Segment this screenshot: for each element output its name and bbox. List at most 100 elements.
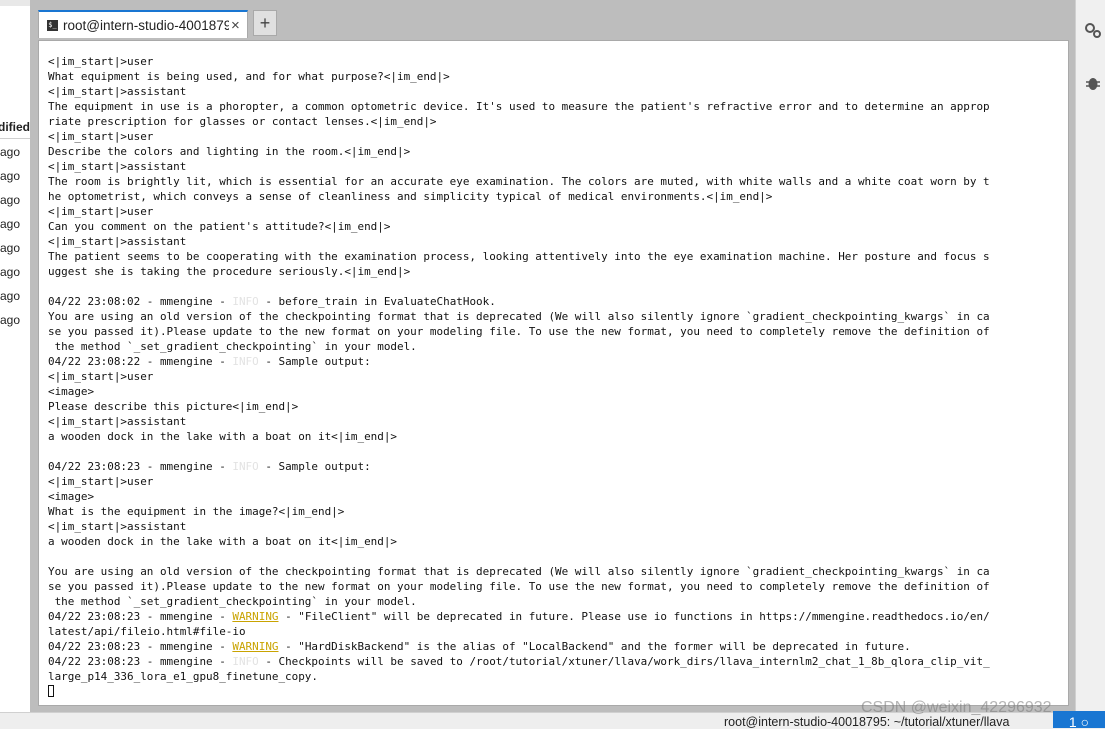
- terminal-text: <|im_start|>user: [48, 130, 154, 143]
- terminal-text: <|im_start|>user: [48, 205, 154, 218]
- terminal-tab[interactable]: $_ root@intern-studio-40018795: ~ ×: [38, 10, 248, 38]
- file-browser-panel: Modified ago ago ago ago ago ago ago ago: [0, 0, 31, 728]
- terminal-text: he optometrist, which conveys a sense of…: [48, 190, 773, 203]
- terminal-text: <|im_start|>assistant: [48, 415, 187, 428]
- terminal-text: a wooden dock in the lake with a boat on…: [48, 535, 398, 548]
- terminal-text: - Sample output:: [258, 460, 371, 473]
- terminal-text: the method `_set_gradient_checkpointing`…: [48, 340, 417, 353]
- debugger-icon[interactable]: [1084, 74, 1102, 92]
- terminal-line: What is the equipment in the image?<|im_…: [48, 504, 1058, 519]
- terminal-line: the method `_set_gradient_checkpointing`…: [48, 339, 1058, 354]
- terminal-text: 04/22 23:08:22 - mmengine -: [48, 355, 233, 368]
- terminal-text: - Sample output:: [258, 355, 371, 368]
- terminal-line: You are using an old version of the chec…: [48, 309, 1058, 324]
- file-row-modified[interactable]: ago: [0, 241, 30, 255]
- terminal-line: 04/22 23:08:23 - mmengine - INFO - Sampl…: [48, 459, 1058, 474]
- file-row-modified[interactable]: ago: [0, 145, 30, 159]
- terminal-line: <|im_start|>assistant: [48, 159, 1058, 174]
- terminal-line: <image>: [48, 489, 1058, 504]
- terminal-text: <|im_start|>assistant: [48, 160, 187, 173]
- terminal-line: he optometrist, which conveys a sense of…: [48, 189, 1058, 204]
- terminal-line: <|im_start|>user: [48, 129, 1058, 144]
- new-tab-button[interactable]: +: [253, 10, 277, 36]
- terminal-text: <image>: [48, 490, 95, 503]
- terminal-text: <image>: [48, 385, 95, 398]
- terminal-line: 04/22 23:08:02 - mmengine - INFO - befor…: [48, 294, 1058, 309]
- terminal-line: uggest she is taking the procedure serio…: [48, 264, 1058, 279]
- terminal-text: - Checkpoints will be saved to /root/tut…: [258, 655, 990, 668]
- terminal-line: The room is brightly lit, which is essen…: [48, 174, 1058, 189]
- terminal-line: <|im_start|>user: [48, 54, 1058, 69]
- file-row-modified[interactable]: ago: [0, 313, 30, 327]
- terminal-line: 04/22 23:08:22 - mmengine - INFO - Sampl…: [48, 354, 1058, 369]
- terminal-text: 04/22 23:08:23 - mmengine -: [48, 655, 233, 668]
- terminal-text: 04/22 23:08:02 - mmengine -: [48, 295, 233, 308]
- terminal-line: <|im_start|>user: [48, 204, 1058, 219]
- terminal-text: 04/22 23:08:23 - mmengine -: [48, 610, 233, 623]
- file-row-modified[interactable]: ago: [0, 193, 30, 207]
- terminal-line: Can you comment on the patient's attitud…: [48, 219, 1058, 234]
- terminal-text: - "FileClient" will be deprecated in fut…: [278, 610, 990, 623]
- left-panel-top-bar: [0, 0, 30, 6]
- terminal-text: - before_train in EvaluateChatHook.: [258, 295, 496, 308]
- terminal-text: Can you comment on the patient's attitud…: [48, 220, 391, 233]
- log-level-warning: WARNING: [232, 640, 279, 653]
- terminal-line: a wooden dock in the lake with a boat on…: [48, 429, 1058, 444]
- terminal-text: The room is brightly lit, which is essen…: [48, 175, 990, 188]
- right-sidebar: [1075, 0, 1105, 728]
- terminal-text: se you passed it).Please update to the n…: [48, 580, 990, 593]
- terminal-text: <|im_start|>assistant: [48, 520, 187, 533]
- terminal-text: <|im_start|>user: [48, 55, 154, 68]
- log-level-info: INFO: [232, 460, 259, 473]
- terminal-text: You are using an old version of the chec…: [48, 310, 990, 323]
- terminal-line: <|im_start|>assistant: [48, 519, 1058, 534]
- terminal-text: <|im_start|>user: [48, 370, 154, 383]
- terminal-line: the method `_set_gradient_checkpointing`…: [48, 594, 1058, 609]
- file-row-modified[interactable]: ago: [0, 289, 30, 303]
- terminal-line: <image>: [48, 384, 1058, 399]
- close-icon[interactable]: ×: [231, 17, 240, 34]
- terminal-text: a wooden dock in the lake with a boat on…: [48, 430, 398, 443]
- terminal-text: What is the equipment in the image?<|im_…: [48, 505, 345, 518]
- terminal-line: Please describe this picture<|im_end|>: [48, 399, 1058, 414]
- modified-column-header[interactable]: Modified: [0, 120, 30, 134]
- log-level-info: INFO: [232, 655, 259, 668]
- terminal-panel[interactable]: <|im_start|>user What equipment is being …: [38, 40, 1069, 706]
- log-level-warning: WARNING: [232, 610, 279, 623]
- file-row-modified[interactable]: ago: [0, 265, 30, 279]
- terminal-text: Please describe this picture<|im_end|>: [48, 400, 299, 413]
- terminal-line: You are using an old version of the chec…: [48, 564, 1058, 579]
- terminal-text: <|im_start|>assistant: [48, 85, 187, 98]
- terminal-line: riate prescription for glasses or contac…: [48, 114, 1058, 129]
- terminal-line: 04/22 23:08:23 - mmengine - WARNING - "H…: [48, 639, 1058, 654]
- terminal-text: Describe the colors and lighting in the …: [48, 145, 411, 158]
- property-inspector-icon[interactable]: [1084, 22, 1102, 40]
- terminal-text: <|im_start|>assistant: [48, 235, 187, 248]
- terminal-text: the method `_set_gradient_checkpointing`…: [48, 595, 417, 608]
- status-badge[interactable]: 1 ○: [1053, 711, 1105, 730]
- terminal-line: 04/22 23:08:23 - mmengine - WARNING - "F…: [48, 609, 1058, 624]
- terminal-prompt-line[interactable]: [48, 684, 1058, 699]
- terminal-line: The patient seems to be cooperating with…: [48, 249, 1058, 264]
- terminal-line: se you passed it).Please update to the n…: [48, 324, 1058, 339]
- terminal-output: <|im_start|>user What equipment is being …: [48, 54, 1058, 699]
- terminal-tab-title: root@intern-studio-40018795: ~: [63, 17, 229, 33]
- terminal-line: <|im_start|>assistant: [48, 234, 1058, 249]
- terminal-text: The patient seems to be cooperating with…: [48, 250, 990, 263]
- terminal-line: a wooden dock in the lake with a boat on…: [48, 534, 1058, 549]
- terminal-line: large_p14_336_lora_e1_gpu8_finetune_copy…: [48, 669, 1058, 684]
- terminal-line: <|im_start|>user: [48, 369, 1058, 384]
- terminal-line: se you passed it).Please update to the n…: [48, 579, 1058, 594]
- terminal-text: large_p14_336_lora_e1_gpu8_finetune_copy…: [48, 670, 318, 683]
- file-row-modified[interactable]: ago: [0, 217, 30, 231]
- terminal-line: <|im_start|>assistant: [48, 414, 1058, 429]
- terminal-line: latest/api/fileio.html#file-io: [48, 624, 1058, 639]
- file-row-modified[interactable]: ago: [0, 169, 30, 183]
- terminal-text: latest/api/fileio.html#file-io: [48, 625, 246, 638]
- terminal-text: <|im_start|>user: [48, 475, 154, 488]
- terminal-text: uggest she is taking the procedure serio…: [48, 265, 411, 278]
- terminal-line: <|im_start|>user: [48, 474, 1058, 489]
- terminal-text: You are using an old version of the chec…: [48, 565, 990, 578]
